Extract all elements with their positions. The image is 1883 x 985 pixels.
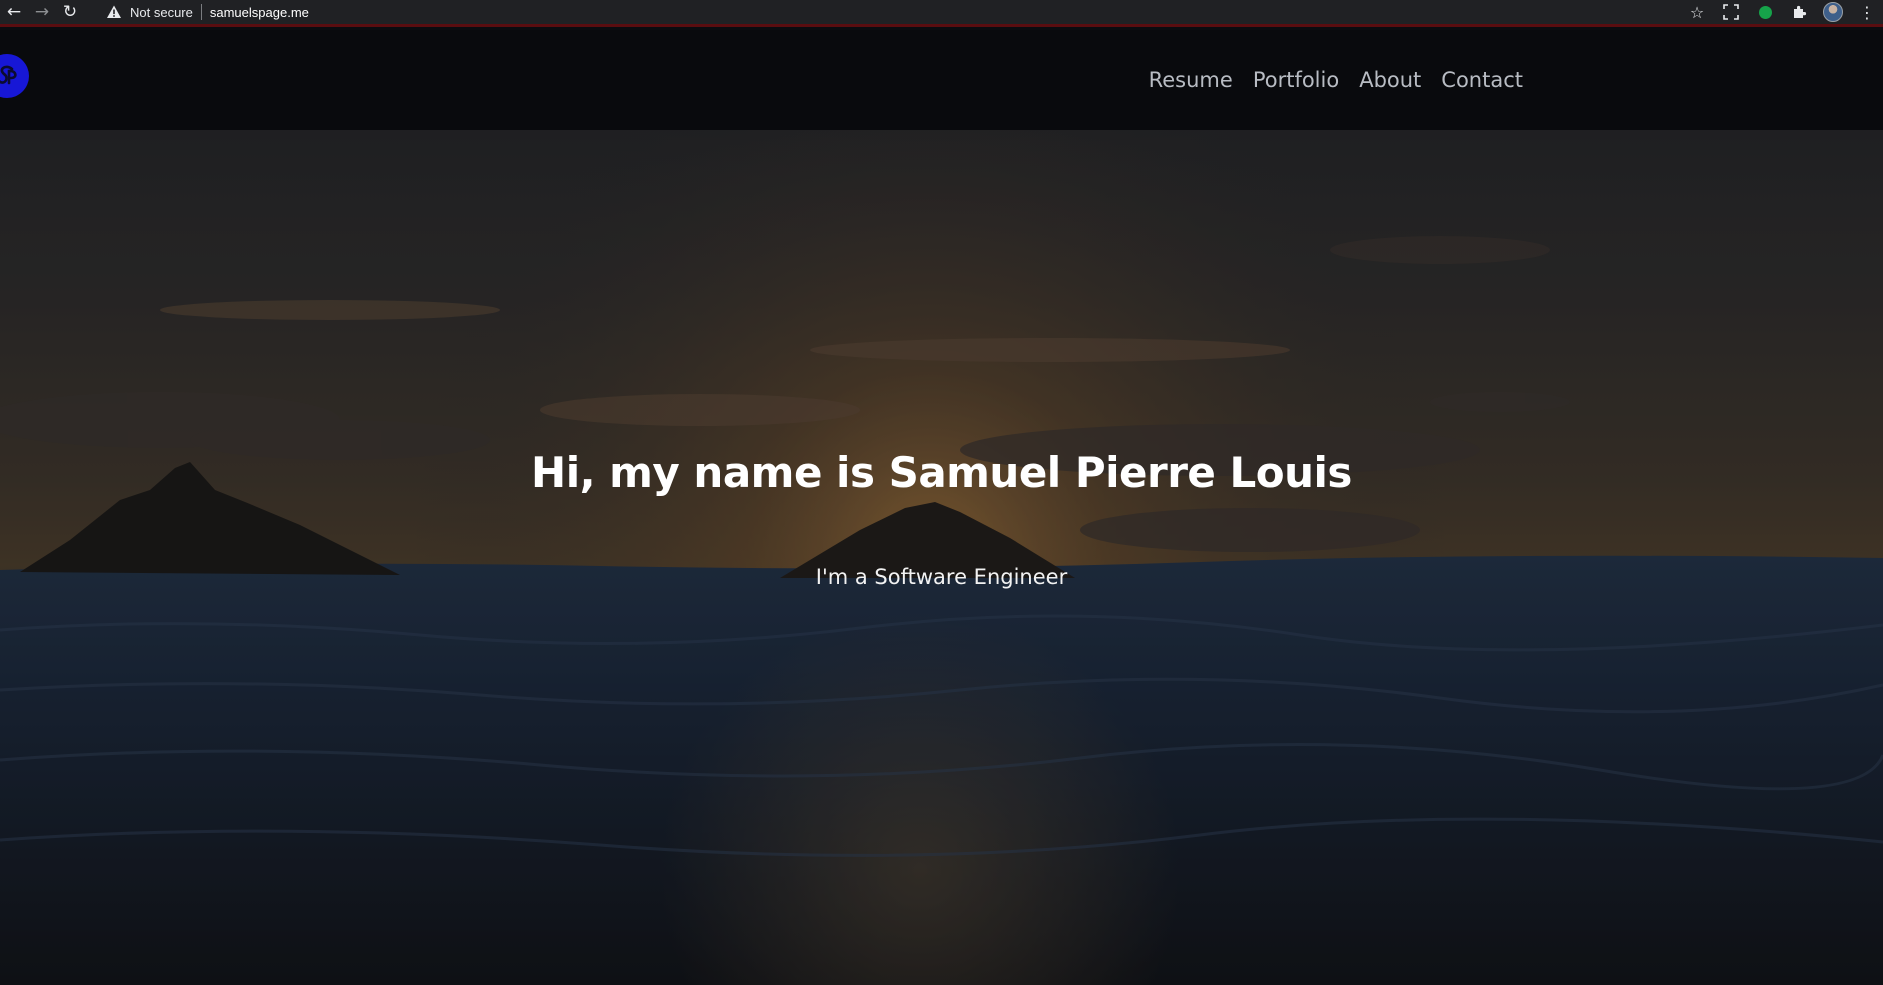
star-icon: ☆ [1689,2,1705,22]
back-button[interactable]: ← [0,0,28,24]
nav-link-contact[interactable]: Contact [1441,68,1523,92]
nav-link-portfolio[interactable]: Portfolio [1253,68,1339,92]
address-divider [200,4,202,20]
profile-button[interactable] [1821,0,1845,24]
puzzle-icon [1794,5,1807,19]
browser-toolbar: ← → ↻ Not secure samuelspage.me ☆ ⋮ [0,0,1883,27]
hero-subtitle: I'm a Software Engineer [815,565,1068,589]
address-bar[interactable]: Not secure samuelspage.me [106,0,319,24]
kebab-menu-icon: ⋮ [1859,2,1875,22]
warning-triangle-icon [107,5,121,18]
arrow-right-icon: → [34,1,50,22]
bookmark-button[interactable]: ☆ [1685,0,1709,24]
extensions-menu-button[interactable] [1787,0,1811,24]
nav-link-resume[interactable]: Resume [1149,68,1233,92]
hero-title: Hi, my name is Samuel Pierre Louis [531,448,1352,497]
main-nav: Resume Portfolio About Contact [1149,68,1523,92]
site-navbar: Resume Portfolio About Contact [0,30,1883,130]
site-logo[interactable] [0,54,29,98]
screen-capture-button[interactable] [1719,0,1743,24]
screen-capture-icon [1723,4,1739,20]
security-status-label[interactable]: Not secure [130,5,193,20]
reload-button[interactable]: ↻ [56,0,84,24]
green-dot-extension-icon [1758,5,1772,19]
browser-actions: ☆ ⋮ [1685,0,1883,24]
extension-button[interactable] [1753,0,1777,24]
forward-button[interactable]: → [28,0,56,24]
sp-logo-icon [0,65,17,85]
hero-section: Hi, my name is Samuel Pierre Louis I'm a… [0,130,1883,985]
profile-avatar-icon [1823,2,1843,22]
reload-icon: ↻ [62,1,78,22]
hero-overlay [0,130,1883,985]
browser-menu-button[interactable]: ⋮ [1855,0,1879,24]
url-text[interactable]: samuelspage.me [210,5,309,20]
nav-link-about[interactable]: About [1359,68,1421,92]
arrow-left-icon: ← [6,1,22,22]
